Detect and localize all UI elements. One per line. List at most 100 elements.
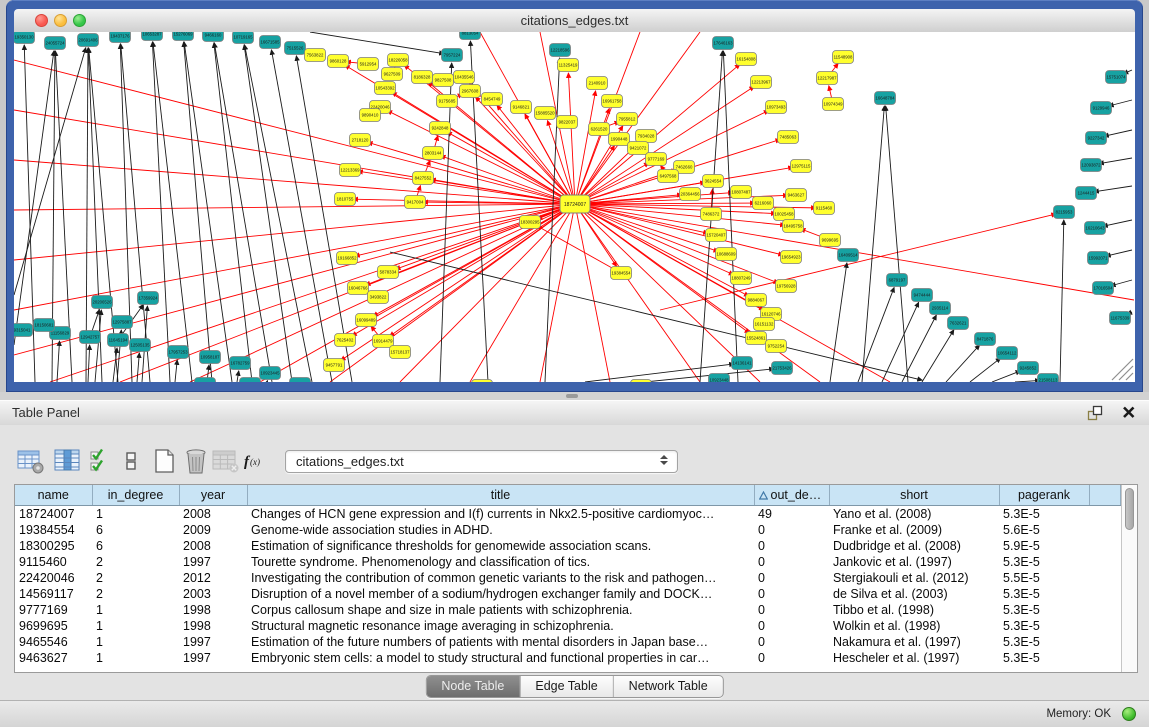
table-cell[interactable]: 2 bbox=[92, 554, 179, 570]
graph-node[interactable]: 16046766 bbox=[348, 282, 369, 295]
graph-node[interactable]: 9227342 bbox=[1086, 132, 1107, 145]
graph-node[interactable]: 8186328 bbox=[412, 71, 433, 84]
graph-node[interactable]: 16782759 bbox=[230, 357, 251, 370]
graph-node[interactable]: 11675339 bbox=[1110, 312, 1131, 325]
table-cell[interactable]: 2003 bbox=[179, 586, 247, 602]
graph-node[interactable]: 8215953 bbox=[1054, 206, 1075, 219]
graph-node[interactable]: 7896372 bbox=[631, 380, 652, 383]
table-cell[interactable]: de Silva et al. (2003) bbox=[829, 586, 999, 602]
graph-node[interactable]: 16671585 bbox=[260, 36, 281, 49]
table-cell[interactable]: Jankovic et al. (1997) bbox=[829, 554, 999, 570]
memory-status-icon[interactable] bbox=[1122, 707, 1136, 721]
graph-node[interactable]: 10923448 bbox=[709, 374, 730, 383]
graph-node[interactable]: 9146821 bbox=[511, 101, 532, 114]
graph-edge[interactable] bbox=[575, 204, 700, 382]
graph-node[interactable]: 1244415 bbox=[1076, 187, 1097, 200]
graph-edge[interactable] bbox=[575, 204, 783, 255]
graph-node[interactable]: 10973493 bbox=[766, 101, 787, 114]
graph-edge[interactable] bbox=[440, 63, 452, 382]
graph-node[interactable]: 8454749 bbox=[482, 93, 503, 106]
column-header-short[interactable]: short bbox=[829, 485, 999, 506]
graph-node[interactable]: 10653287 bbox=[142, 32, 163, 41]
network-graph[interactable]: 1935013024055724206914061943717610653287… bbox=[14, 32, 1135, 382]
graph-node[interactable]: 21508113 bbox=[1038, 374, 1059, 383]
table-cell[interactable]: 0 bbox=[754, 602, 829, 618]
tab-network-table[interactable]: Network Table bbox=[614, 676, 723, 697]
resize-grip[interactable] bbox=[1112, 359, 1133, 380]
column-header-in-degree[interactable]: in_degree bbox=[92, 485, 179, 506]
merge-rows-icon[interactable] bbox=[124, 448, 138, 475]
graph-node[interactable]: 11325419 bbox=[558, 59, 579, 72]
table-cell[interactable]: Corpus callosum shape and size in male p… bbox=[247, 602, 754, 618]
table-row[interactable]: 946362711997Embryonic stem cells: a mode… bbox=[15, 650, 1121, 666]
table-cell[interactable]: 2012 bbox=[179, 570, 247, 586]
graph-edge[interactable] bbox=[57, 341, 60, 382]
graph-node[interactable]: 9421072 bbox=[628, 142, 649, 155]
divider-handle-icon[interactable] bbox=[566, 394, 578, 398]
graph-node[interactable]: 12975115 bbox=[791, 160, 812, 173]
graph-node[interactable]: 20531796 bbox=[472, 380, 493, 383]
graph-edge[interactable] bbox=[237, 371, 239, 382]
table-cell[interactable]: 1 bbox=[92, 650, 179, 666]
table-cell[interactable]: Estimation of the future numbers of pati… bbox=[247, 634, 754, 650]
table-scrollbar[interactable] bbox=[1121, 485, 1137, 672]
graph-node[interactable]: 19654923 bbox=[781, 251, 802, 264]
graph-node[interactable]: 9627509 bbox=[382, 68, 403, 81]
graph-node[interactable]: 9457791 bbox=[324, 359, 345, 372]
graph-node[interactable]: 20691406 bbox=[78, 34, 99, 47]
graph-edge[interactable] bbox=[390, 252, 922, 380]
graph-node[interactable]: 15885520 bbox=[535, 107, 556, 120]
table-cell[interactable]: 0 bbox=[754, 634, 829, 650]
graph-node[interactable]: 18807249 bbox=[731, 272, 752, 285]
graph-node[interactable]: 1990448 bbox=[609, 133, 630, 146]
graph-edge[interactable] bbox=[120, 44, 132, 382]
graph-edge[interactable] bbox=[152, 42, 170, 382]
graph-edge[interactable] bbox=[1015, 380, 1040, 382]
graph-node[interactable]: 12213967 bbox=[751, 76, 772, 89]
table-row[interactable]: 977716911998Corpus callosum shape and si… bbox=[15, 602, 1121, 618]
graph-node[interactable]: 9465546 bbox=[240, 378, 261, 383]
table-cell[interactable]: Yano et al. (2008) bbox=[829, 506, 999, 523]
graph-edge[interactable] bbox=[88, 345, 90, 382]
graph-edge[interactable] bbox=[296, 56, 352, 382]
graph-node[interactable]: 7934028 bbox=[636, 130, 657, 143]
table-cell[interactable]: 0 bbox=[754, 570, 829, 586]
graph-node[interactable]: 19350130 bbox=[14, 32, 35, 44]
graph-node[interactable]: 7485063 bbox=[778, 131, 799, 144]
table-cell[interactable]: Tourette syndrome. Phenomenology and cla… bbox=[247, 554, 754, 570]
delete-rows-icon[interactable] bbox=[183, 448, 209, 475]
table-cell[interactable]: 2008 bbox=[179, 538, 247, 554]
graph-node[interactable]: 9884067 bbox=[746, 294, 767, 307]
table-cell[interactable]: 5.3E-5 bbox=[999, 634, 1089, 650]
graph-edge[interactable] bbox=[1060, 220, 1064, 382]
table-cell[interactable]: Disruption of a novel member of a sodium… bbox=[247, 586, 754, 602]
graph-node[interactable]: 9050547 bbox=[195, 378, 216, 383]
table-row[interactable]: 2242004622012Investigating the contribut… bbox=[15, 570, 1121, 586]
graph-node[interactable]: 12217987 bbox=[817, 72, 838, 85]
graph-node[interactable]: 15992071 bbox=[1088, 252, 1109, 265]
graph-node[interactable]: 9474444 bbox=[912, 289, 933, 302]
graph-node[interactable]: 10958187 bbox=[200, 351, 221, 364]
graph-edge[interactable] bbox=[1106, 250, 1132, 256]
graph-node[interactable]: 9827508 bbox=[433, 74, 454, 87]
graph-node[interactable]: 15751074 bbox=[1106, 71, 1127, 84]
graph-node[interactable]: 9466160 bbox=[203, 32, 224, 42]
graph-node[interactable]: 3624554 bbox=[703, 175, 724, 188]
table-row[interactable]: 1456911722003Disruption of a novel membe… bbox=[15, 586, 1121, 602]
table-cell[interactable]: 5.3E-5 bbox=[999, 618, 1089, 634]
table-cell[interactable]: 5.3E-5 bbox=[999, 586, 1089, 602]
graph-edge[interactable] bbox=[14, 48, 86, 295]
graph-edge[interactable] bbox=[14, 51, 54, 345]
table-cell[interactable]: Investigating the contribution of common… bbox=[247, 570, 754, 586]
table-cell[interactable]: 6 bbox=[92, 538, 179, 554]
graph-node[interactable]: 2803144 bbox=[423, 147, 444, 160]
graph-node[interactable]: 1810755 bbox=[335, 193, 356, 206]
table-cell[interactable]: 5.3E-5 bbox=[999, 602, 1089, 618]
table-cell[interactable]: 2009 bbox=[179, 522, 247, 538]
graph-node[interactable]: 15718137 bbox=[390, 346, 411, 359]
table-cell[interactable]: 18300295 bbox=[15, 538, 92, 554]
table-cell[interactable]: Embryonic stem cells: a model to study s… bbox=[247, 650, 754, 666]
table-cell[interactable]: Wolkin et al. (1998) bbox=[829, 618, 999, 634]
function-builder-icon[interactable]: f (x) bbox=[243, 448, 267, 475]
graph-node[interactable]: 21753426 bbox=[772, 362, 793, 375]
